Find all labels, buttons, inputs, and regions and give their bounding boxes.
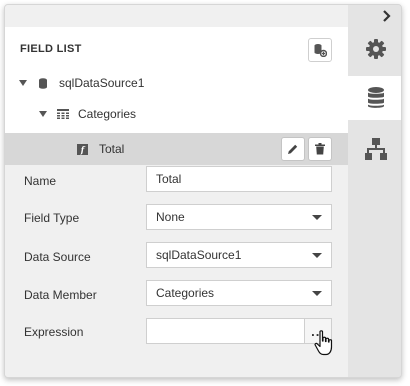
add-calculated-field-button[interactable] (308, 38, 332, 62)
expand-arrow-icon[interactable] (39, 111, 47, 117)
chevron-down-icon (312, 253, 322, 258)
add-calculated-field-icon (314, 44, 327, 57)
name-field[interactable]: Total (146, 166, 332, 192)
hand-cursor-icon (314, 330, 336, 359)
panel-title: FIELD LIST (20, 43, 82, 55)
tree-node-label: Total (99, 142, 125, 156)
tree-node-label: Categories (78, 107, 137, 121)
tab-field-list[interactable] (348, 76, 401, 120)
database-icon (367, 87, 384, 108)
data-member-value: Categories (156, 286, 215, 300)
tree-node-field-selected[interactable]: f Total (5, 133, 348, 165)
field-type-value: None (156, 210, 185, 224)
property-label-field-type: Field Type (24, 211, 80, 225)
data-source-value: sqlDataSource1 (156, 248, 242, 262)
tree-node-label: sqlDataSource1 (59, 76, 145, 90)
property-label-data-source: Data Source (24, 250, 91, 264)
chevron-down-icon (312, 215, 322, 220)
field-list-panel: FIELD LIST sqlDataSource1 Categories f T… (5, 5, 348, 377)
tab-properties[interactable] (348, 27, 401, 71)
name-field-value: Total (156, 172, 182, 186)
pencil-icon (288, 144, 298, 154)
edit-field-button[interactable] (281, 137, 305, 161)
tree-node-datasource[interactable]: sqlDataSource1 (5, 72, 348, 94)
chevron-down-icon (312, 291, 322, 296)
tab-report-explorer[interactable] (348, 127, 401, 171)
delete-field-button[interactable] (308, 137, 332, 161)
expand-arrow-icon[interactable] (19, 80, 27, 86)
property-label-expression: Expression (24, 325, 84, 339)
property-label-name: Name (24, 174, 57, 188)
table-icon (57, 109, 69, 119)
database-icon (39, 77, 47, 89)
trash-icon (315, 143, 325, 155)
data-member-dropdown[interactable]: Categories (146, 280, 332, 306)
field-type-dropdown[interactable]: None (146, 204, 332, 230)
side-tab-strip (348, 5, 401, 377)
chevron-right-icon (383, 10, 391, 22)
tree-node-table[interactable]: Categories (5, 103, 348, 125)
collapse-panel-button[interactable] (382, 10, 392, 25)
field-list-window: FIELD LIST sqlDataSource1 Categories f T… (4, 4, 402, 378)
expression-field[interactable]: ... (146, 318, 332, 344)
data-source-dropdown[interactable]: sqlDataSource1 (146, 242, 332, 268)
calculated-field-icon: f (77, 144, 88, 155)
gear-icon (365, 39, 386, 59)
property-label-data-member: Data Member (24, 288, 97, 302)
hierarchy-icon (364, 138, 387, 160)
